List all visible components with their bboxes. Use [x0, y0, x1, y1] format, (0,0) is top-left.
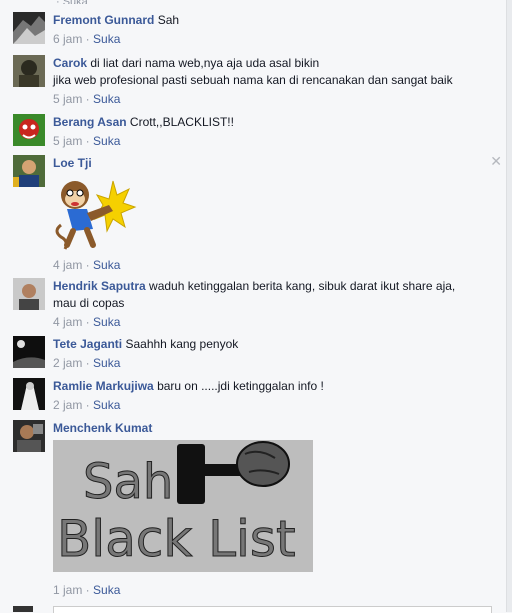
comment-text: baru on .....jdi ketinggalan info !	[157, 379, 324, 393]
avatar[interactable]	[13, 420, 45, 452]
current-user-avatar	[13, 606, 33, 612]
avatar[interactable]	[13, 12, 45, 44]
comment-author[interactable]: Menchenk Kumat	[53, 421, 152, 435]
comment-time[interactable]: 5 jam	[53, 134, 82, 148]
comment-meta: 5 jam · Suka	[53, 134, 121, 148]
comment-meta: 2 jam · Suka	[53, 398, 121, 412]
comment-text: Crott,,BLACKLIST!!	[129, 115, 234, 129]
comment-time[interactable]: 4 jam	[53, 258, 82, 272]
comment-time[interactable]: 2 jam	[53, 398, 82, 412]
previous-comment-meta: · Suka	[56, 0, 88, 4]
like-link[interactable]: Suka	[93, 32, 120, 46]
like-link[interactable]: Suka	[93, 258, 120, 272]
like-link[interactable]: Suka	[93, 583, 120, 597]
comment-author[interactable]: Loe Tji	[53, 156, 92, 170]
comment-author[interactable]: Hendrik Saputra	[53, 279, 146, 293]
comment-time[interactable]: 1 jam	[53, 583, 82, 597]
comment-time[interactable]: 5 jam	[53, 92, 82, 106]
avatar[interactable]	[13, 378, 45, 410]
avatar[interactable]	[13, 114, 45, 146]
like-link[interactable]: Suka	[93, 356, 120, 370]
comment-meta: 2 jam · Suka	[53, 356, 121, 370]
avatar[interactable]	[13, 278, 45, 310]
avatar[interactable]	[13, 55, 45, 87]
comment-meta: 5 jam · Suka	[53, 92, 121, 106]
comment-author[interactable]: Berang Asan	[53, 115, 127, 129]
comment-author[interactable]: Fremont Gunnard	[53, 13, 154, 27]
comment-text: waduh ketinggalan berita kang, sibuk dar…	[149, 279, 456, 293]
comment-meta: 6 jam · Suka	[53, 32, 121, 46]
comment-time[interactable]: 6 jam	[53, 32, 82, 46]
avatar[interactable]	[13, 336, 45, 368]
comment-author[interactable]: Tete Jaganti	[53, 337, 122, 351]
image-text-line2: Black List	[57, 510, 297, 569]
comment-meta: 4 jam · Suka	[53, 315, 121, 329]
comment-author[interactable]: Ramlie Markujiwa	[53, 379, 154, 393]
like-link[interactable]: Suka	[93, 92, 120, 106]
right-border	[506, 0, 512, 612]
comment-text: Sah	[157, 13, 180, 27]
comment-author[interactable]: Carok	[53, 56, 87, 70]
comment-text: di liat dari nama web,nya aja uda asal b…	[90, 56, 320, 70]
comment-meta: 1 jam · Suka	[53, 583, 121, 597]
like-link[interactable]: Suka	[93, 134, 120, 148]
avatar[interactable]	[13, 155, 45, 187]
comment-text-line2: jika web profesional pasti sebuah nama k…	[53, 73, 453, 87]
comment-time[interactable]: 2 jam	[53, 356, 82, 370]
like-link[interactable]: Suka	[93, 315, 120, 329]
image-text-line1: Sah	[82, 454, 174, 511]
comment-text: Saahhh kang penyok	[125, 337, 239, 351]
comment-text-line2: mau di copas	[53, 296, 125, 310]
monkey-sticker	[53, 175, 137, 255]
like-link[interactable]: Suka	[93, 398, 120, 412]
sah-blacklist-image[interactable]: Sah Black List	[53, 440, 313, 572]
comment-meta: 4 jam · Suka	[53, 258, 121, 272]
comment-time[interactable]: 4 jam	[53, 315, 82, 329]
